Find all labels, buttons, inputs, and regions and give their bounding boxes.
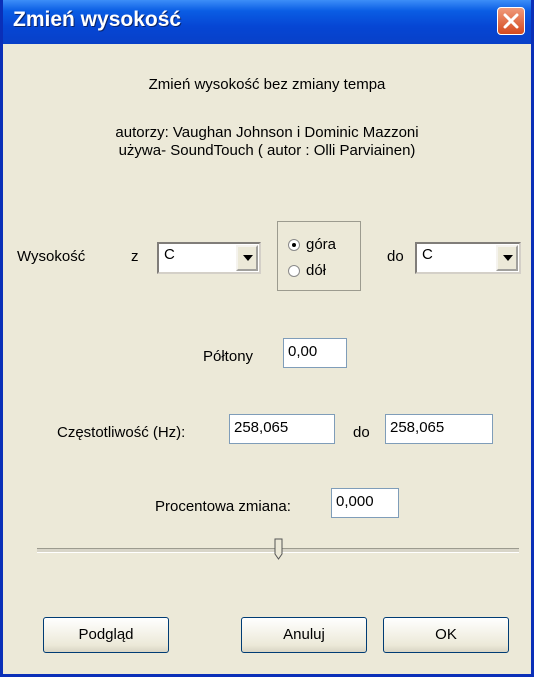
authors-text: autorzy: Vaughan Johnson i Dominic Mazzo… xyxy=(115,124,419,141)
semitones-input[interactable]: 0,00 xyxy=(283,338,347,368)
close-button[interactable] xyxy=(497,7,525,35)
frequency-to-input[interactable]: 258,065 xyxy=(385,414,493,444)
direction-up-label: góra xyxy=(306,236,337,253)
direction-down-label: dół xyxy=(306,262,327,279)
window-title: Zmień wysokość xyxy=(13,8,182,31)
dropdown-arrow-icon xyxy=(243,255,253,261)
pitch-to-dropdown-button[interactable] xyxy=(496,245,518,271)
semitones-label: Półtony xyxy=(203,348,254,365)
pitch-label: Wysokość xyxy=(17,248,86,265)
pitch-from-label: z xyxy=(131,248,139,265)
frequency-label: Częstotliwość (Hz): xyxy=(57,424,186,441)
pitch-to-label: do xyxy=(387,248,404,265)
uses-text: używa- SoundTouch ( autor : Olli Parviai… xyxy=(118,142,416,159)
close-icon xyxy=(503,13,519,29)
pitch-from-select[interactable]: C xyxy=(157,242,261,274)
pitch-from-dropdown-button[interactable] xyxy=(236,245,258,271)
description-text: Zmień wysokość bez zmiany tempa xyxy=(148,76,386,93)
direction-radio-group: góra dół xyxy=(277,221,361,291)
frequency-from-input[interactable]: 258,065 xyxy=(229,414,335,444)
cancel-button[interactable]: Anuluj xyxy=(241,617,367,653)
dropdown-arrow-icon xyxy=(503,255,513,261)
pitch-to-select[interactable]: C xyxy=(415,242,521,274)
change-pitch-dialog: Zmień wysokość Zmień wysokość bez zmiany… xyxy=(0,0,534,677)
radio-down-indicator[interactable] xyxy=(288,265,300,277)
percent-change-input[interactable]: 0,000 xyxy=(331,488,399,518)
frequency-to-label: do xyxy=(353,424,370,441)
title-bar[interactable]: Zmień wysokość xyxy=(3,0,531,44)
pitch-to-value: C xyxy=(422,246,433,263)
preview-button[interactable]: Podgląd xyxy=(43,617,169,653)
slider-thumb-icon[interactable] xyxy=(274,538,283,560)
ok-button[interactable]: OK xyxy=(383,617,509,653)
radio-up-indicator[interactable] xyxy=(288,239,300,251)
percent-change-label: Procentowa zmiana: xyxy=(155,498,291,515)
pitch-from-value: C xyxy=(164,246,175,263)
